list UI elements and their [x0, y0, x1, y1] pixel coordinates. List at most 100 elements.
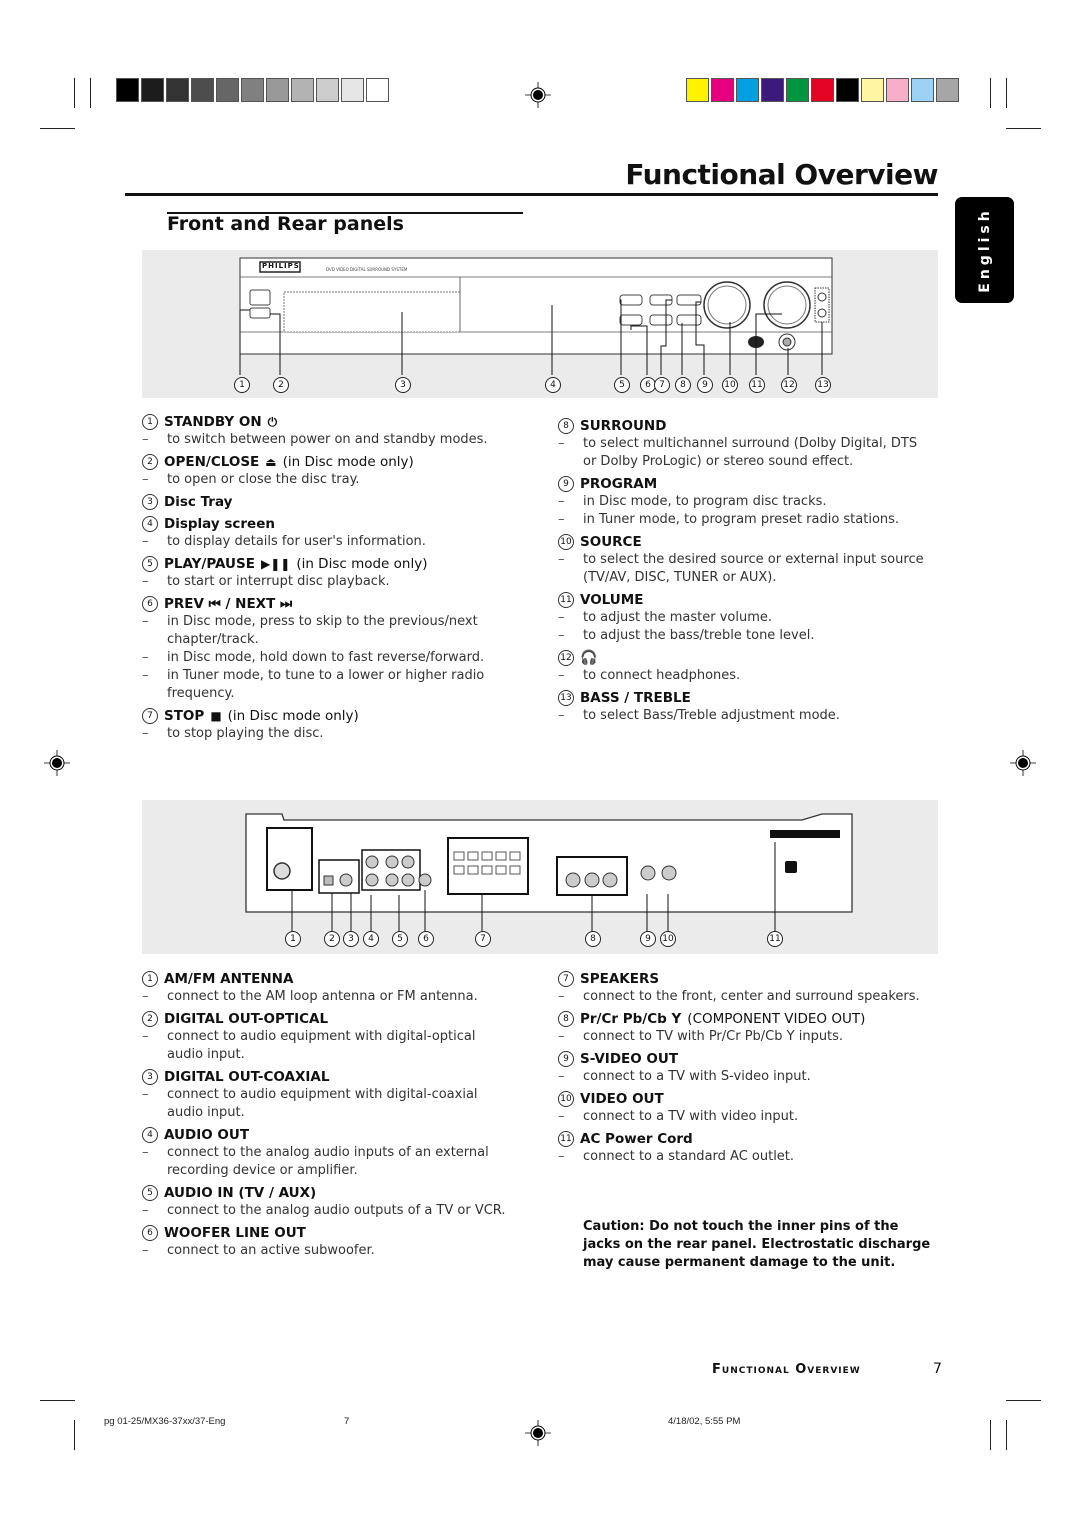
item-number: 9: [558, 476, 574, 492]
rear-items-right: 7 SPEAKERSconnect to the front, center an…: [558, 970, 928, 1170]
color-swatch: [886, 78, 909, 102]
item-heading: 5 AUDIO IN (TV / AUX): [142, 1184, 512, 1202]
item-heading: 3 DIGITAL OUT-COAXIAL: [142, 1068, 512, 1086]
color-swatch: [141, 78, 164, 102]
front-callout: 12: [781, 377, 797, 393]
list-item: 4 AUDIO OUTconnect to the analog audio in…: [142, 1126, 512, 1180]
item-label: S-VIDEO OUT: [580, 1051, 679, 1067]
list-item: 11 VOLUMEto adjust the master volume.to a…: [558, 591, 928, 645]
color-swatch: [711, 78, 734, 102]
item-number: 3: [142, 494, 158, 510]
item-number: 1: [142, 971, 158, 987]
list-item: 13 BASS / TREBLEto select Bass/Treble adj…: [558, 689, 928, 725]
item-description: in Tuner mode, to tune to a lower or hig…: [142, 667, 512, 703]
item-label: Display screen: [164, 516, 275, 532]
item-heading: 4 AUDIO OUT: [142, 1126, 512, 1144]
list-item: 7 STOP ■ (in Disc mode only)to stop playing…: [142, 707, 512, 743]
registration-mark-icon: [525, 1420, 551, 1446]
rear-callout: 5: [392, 931, 408, 947]
list-item: 1 STANDBY ON ⏻ to switch between power on a…: [142, 413, 512, 449]
item-description: connect to the analog audio outputs of a…: [142, 1202, 512, 1220]
color-swatch: [191, 78, 214, 102]
list-item: 8 Pr/Cr Pb/Cb Y (COMPONENT VIDEO OUT)conne…: [558, 1010, 928, 1046]
item-label: VIDEO OUT: [580, 1091, 664, 1107]
item-heading: 3 Disc Tray: [142, 493, 512, 511]
item-label: STANDBY ON: [164, 414, 262, 430]
model-text: DVD VIDEO DIGITAL SURROUND SYSTEM: [326, 267, 408, 272]
front-callout: 1: [234, 377, 250, 393]
item-heading: 9 S-VIDEO OUT: [558, 1050, 928, 1068]
list-item: 6 WOOFER LINE OUTconnect to an active sub…: [142, 1224, 512, 1260]
item-number: 10: [558, 534, 574, 550]
color-swatch: [341, 78, 364, 102]
color-swatch: [241, 78, 264, 102]
color-swatch: [836, 78, 859, 102]
item-label: AUDIO OUT: [164, 1127, 250, 1143]
rear-callout: 9: [640, 931, 656, 947]
color-swatch: [366, 78, 389, 102]
list-item: 10 VIDEO OUTconnect to a TV with video in…: [558, 1090, 928, 1126]
item-description: connect to the AM loop antenna or FM ant…: [142, 988, 512, 1006]
crop-mark: [40, 1400, 75, 1401]
front-callout: 9: [697, 377, 713, 393]
button-symbol-icon: ⏻: [267, 415, 278, 429]
registration-mark-icon: [525, 82, 551, 108]
headphones-icon: 🎧: [580, 650, 598, 666]
item-heading: 13 BASS / TREBLE: [558, 689, 928, 707]
color-swatch: [166, 78, 189, 102]
item-description: to select multichannel surround (Dolby D…: [558, 435, 928, 471]
item-description: connect to an active subwoofer.: [142, 1242, 512, 1260]
list-item: 6 PREV ⏮ / NEXT ⏭in Disc mode, press to s…: [142, 595, 512, 703]
list-item: 3 DIGITAL OUT-COAXIALconnect to audio equ…: [142, 1068, 512, 1122]
front-callout: 8: [675, 377, 691, 393]
item-heading: 7 SPEAKERS: [558, 970, 928, 988]
list-item: 2 DIGITAL OUT-OPTICALconnect to audio equ…: [142, 1010, 512, 1064]
item-heading: 1 STANDBY ON ⏻: [142, 413, 512, 431]
color-swatch: [761, 78, 784, 102]
item-number: 6: [142, 1225, 158, 1241]
item-number: 7: [558, 971, 574, 987]
list-item: 1 AM/FM ANTENNAconnect to the AM loop ant…: [142, 970, 512, 1006]
list-item: 9 PROGRAMin Disc mode, to program disc tr…: [558, 475, 928, 529]
item-description: in Disc mode, to program disc tracks.: [558, 493, 928, 511]
item-description: to connect headphones.: [558, 667, 928, 685]
item-description: to display details for user's informatio…: [142, 533, 512, 551]
rear-callout: 2: [324, 931, 340, 947]
item-description: to select the desired source or external…: [558, 551, 928, 587]
list-item: 5 PLAY/PAUSE ▶❚❚ (in Disc mode only)to star…: [142, 555, 512, 591]
color-swatch: [936, 78, 959, 102]
item-heading: 10 SOURCE: [558, 533, 928, 551]
crop-mark: [1006, 78, 1007, 108]
item-heading: 12 🎧: [558, 649, 928, 667]
item-heading: 6 PREV ⏮ / NEXT ⏭: [142, 595, 512, 613]
item-note: (in Disc mode only): [227, 708, 359, 724]
slug-file: pg 01-25/MX36-37xx/37-Eng: [104, 1416, 226, 1427]
item-number: 11: [558, 1131, 574, 1147]
item-label: DIGITAL OUT-COAXIAL: [164, 1069, 330, 1085]
item-number: 7: [142, 708, 158, 724]
front-items-right: 8 SURROUNDto select multichannel surround…: [558, 417, 928, 729]
item-heading: 8 SURROUND: [558, 417, 928, 435]
front-callout: 10: [722, 377, 738, 393]
item-note: (in Disc mode only): [282, 454, 414, 470]
item-description: connect to a standard AC outlet.: [558, 1148, 928, 1166]
item-label: Pr/Cr Pb/Cb Y: [580, 1011, 682, 1027]
item-description: to start or interrupt disc playback.: [142, 573, 512, 591]
rear-callout: 11: [767, 931, 783, 947]
item-description: connect to audio equipment with digital-…: [142, 1028, 512, 1064]
item-label: AM/FM ANTENNA: [164, 971, 294, 987]
language-tab: English: [955, 197, 1014, 303]
caution-note: Caution: Do not touch the inner pins of …: [583, 1219, 931, 1270]
button-symbol-icon: ⏏: [265, 455, 277, 469]
color-bar: [686, 78, 959, 102]
item-label: DIGITAL OUT-OPTICAL: [164, 1011, 329, 1027]
rear-callout: 6: [418, 931, 434, 947]
crop-mark: [74, 78, 75, 108]
list-item: 8 SURROUNDto select multichannel surround…: [558, 417, 928, 471]
page-number: 7: [933, 1361, 942, 1377]
item-description: to open or close the disc tray.: [142, 471, 512, 489]
crop-mark: [74, 1420, 75, 1450]
item-number: 1: [142, 414, 158, 430]
item-heading: 2 OPEN/CLOSE ⏏ (in Disc mode only): [142, 453, 512, 471]
item-number: 11: [558, 592, 574, 608]
